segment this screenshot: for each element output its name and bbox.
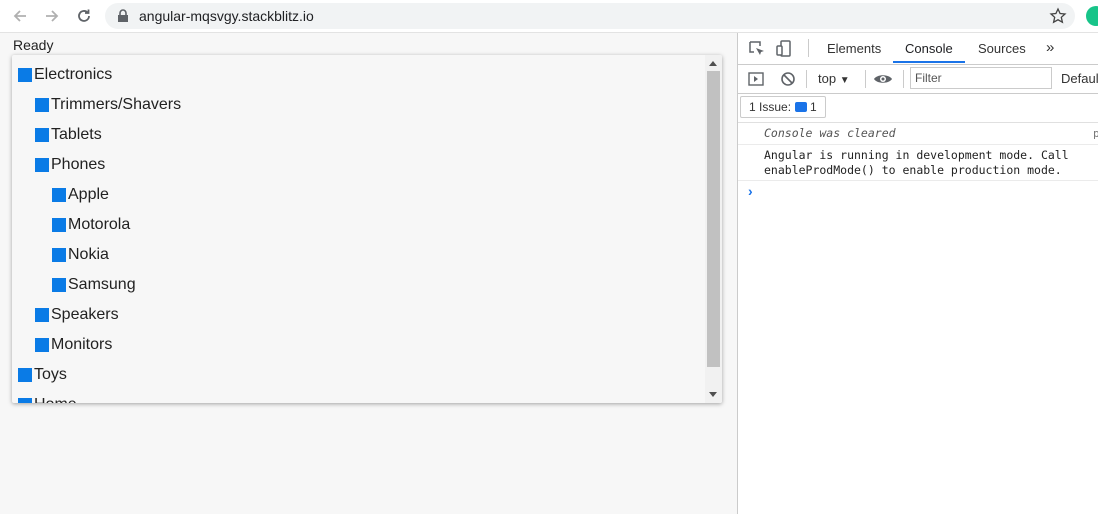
scroll-thumb[interactable]: [707, 71, 720, 367]
address-bar[interactable]: angular-mqsvgy.stackblitz.io: [105, 3, 1075, 29]
node-square-icon: [18, 368, 32, 382]
device-toolbar-icon[interactable]: [776, 40, 794, 58]
tree-item[interactable]: Home: [18, 393, 77, 403]
console-prompt-icon[interactable]: ›: [748, 183, 753, 199]
tree-item-label: Apple: [68, 186, 109, 203]
tree-panel: Electronics Trimmers/Shavers Tablets Phones…: [12, 55, 722, 403]
node-square-icon: [35, 158, 49, 172]
message-source-link[interactable]: p: [1093, 127, 1098, 140]
tree-item[interactable]: Speakers: [35, 303, 119, 327]
node-square-icon: [18, 68, 32, 82]
tree-item[interactable]: Tablets: [35, 123, 102, 147]
clear-console-icon[interactable]: [779, 70, 797, 88]
inspect-element-icon[interactable]: [748, 40, 766, 58]
node-square-icon: [52, 218, 66, 232]
extension-icon[interactable]: [1086, 6, 1098, 26]
tree-item-label: Samsung: [68, 276, 136, 293]
node-square-icon: [52, 188, 66, 202]
tree-item-label: Trimmers/Shavers: [51, 96, 182, 113]
console-toolbar: top ▼ Filter Defaul: [738, 65, 1098, 94]
node-square-icon: [52, 248, 66, 262]
issues-count: 1: [810, 100, 817, 114]
tree-item-label: Phones: [51, 156, 106, 173]
tree-item[interactable]: Trimmers/Shavers: [35, 93, 181, 117]
issues-label: 1 Issue:: [749, 100, 792, 114]
message-divider: [738, 144, 1098, 145]
back-button[interactable]: [10, 6, 30, 26]
tree-item-label: Toys: [34, 366, 67, 383]
tree-list: Electronics Trimmers/Shavers Tablets Phones…: [12, 55, 704, 403]
node-square-icon: [35, 98, 49, 112]
devtools-panel: Elements Console Sources » top ▼ Filter …: [737, 33, 1098, 514]
node-square-icon: [18, 398, 32, 403]
filter-placeholder: Filter: [915, 71, 942, 85]
sidebar-toggle-icon[interactable]: [747, 70, 765, 88]
browser-toolbar: angular-mqsvgy.stackblitz.io: [0, 0, 1098, 33]
node-square-icon: [35, 338, 49, 352]
toolbar-separator: [865, 70, 866, 88]
scrollbar[interactable]: [705, 55, 722, 403]
tab-sources[interactable]: Sources: [978, 41, 1026, 56]
tree-item-label: Electronics: [34, 66, 113, 83]
tree-item-label: Nokia: [68, 246, 109, 263]
back-arrow-icon: [13, 10, 26, 22]
scroll-down-arrow-icon[interactable]: [709, 392, 717, 397]
issues-button[interactable]: 1 Issue: 1: [740, 96, 826, 118]
tree-item[interactable]: Nokia: [52, 243, 109, 267]
tree-item[interactable]: Toys: [18, 363, 67, 387]
active-tab-indicator: [893, 61, 965, 63]
page-content: Ready Electronics Trimmers/Shavers Tablets…: [0, 33, 737, 514]
node-square-icon: [52, 278, 66, 292]
node-square-icon: [35, 308, 49, 322]
reload-button[interactable]: [74, 6, 94, 26]
more-tabs-icon[interactable]: »: [1046, 39, 1054, 56]
lock-icon: [118, 9, 128, 22]
status-text: Ready: [13, 37, 54, 53]
tree-item-label: Tablets: [51, 126, 102, 143]
filter-input[interactable]: Filter: [910, 67, 1052, 89]
devtools-tabbar: Elements Console Sources »: [738, 33, 1098, 65]
tree-item-label: Monitors: [51, 336, 113, 353]
eye-icon[interactable]: [873, 70, 893, 88]
toolbar-separator: [808, 39, 809, 57]
tree-item[interactable]: Phones: [35, 153, 105, 177]
tab-console[interactable]: Console: [905, 41, 953, 56]
bookmark-star-icon[interactable]: [1049, 7, 1067, 25]
tab-elements[interactable]: Elements: [827, 41, 881, 56]
node-square-icon: [35, 128, 49, 142]
tree-item[interactable]: Electronics: [18, 63, 112, 87]
scroll-up-arrow-icon[interactable]: [709, 61, 717, 66]
context-label: top: [818, 71, 837, 86]
toolbar-separator: [903, 70, 904, 88]
console-message-line-2: enableProdMode() to enable production mo…: [764, 163, 1062, 177]
tree-item[interactable]: Monitors: [35, 333, 112, 357]
message-divider: [738, 180, 1098, 181]
console-message-line-1: Angular is running in development mode. …: [764, 148, 1069, 162]
tree-item[interactable]: Apple: [52, 183, 109, 207]
tree-item-label: Speakers: [51, 306, 119, 323]
toolbar-separator: [806, 70, 807, 88]
tree-item[interactable]: Motorola: [52, 213, 130, 237]
tree-item-label: Motorola: [68, 216, 131, 233]
issues-bar: 1 Issue: 1: [738, 94, 1098, 123]
tree-item-label: Home: [34, 396, 77, 403]
reload-icon: [78, 9, 90, 22]
url-text: angular-mqsvgy.stackblitz.io: [139, 8, 314, 24]
forward-arrow-icon: [46, 10, 59, 22]
forward-button[interactable]: [42, 6, 62, 26]
console-message-cleared: Console was cleared: [764, 126, 896, 140]
message-icon: [795, 102, 808, 112]
log-levels-dropdown[interactable]: Defaul: [1061, 71, 1098, 86]
tree-item[interactable]: Samsung: [52, 273, 136, 297]
context-selector[interactable]: top ▼: [818, 71, 850, 86]
dropdown-arrow-icon: ▼: [839, 75, 850, 86]
